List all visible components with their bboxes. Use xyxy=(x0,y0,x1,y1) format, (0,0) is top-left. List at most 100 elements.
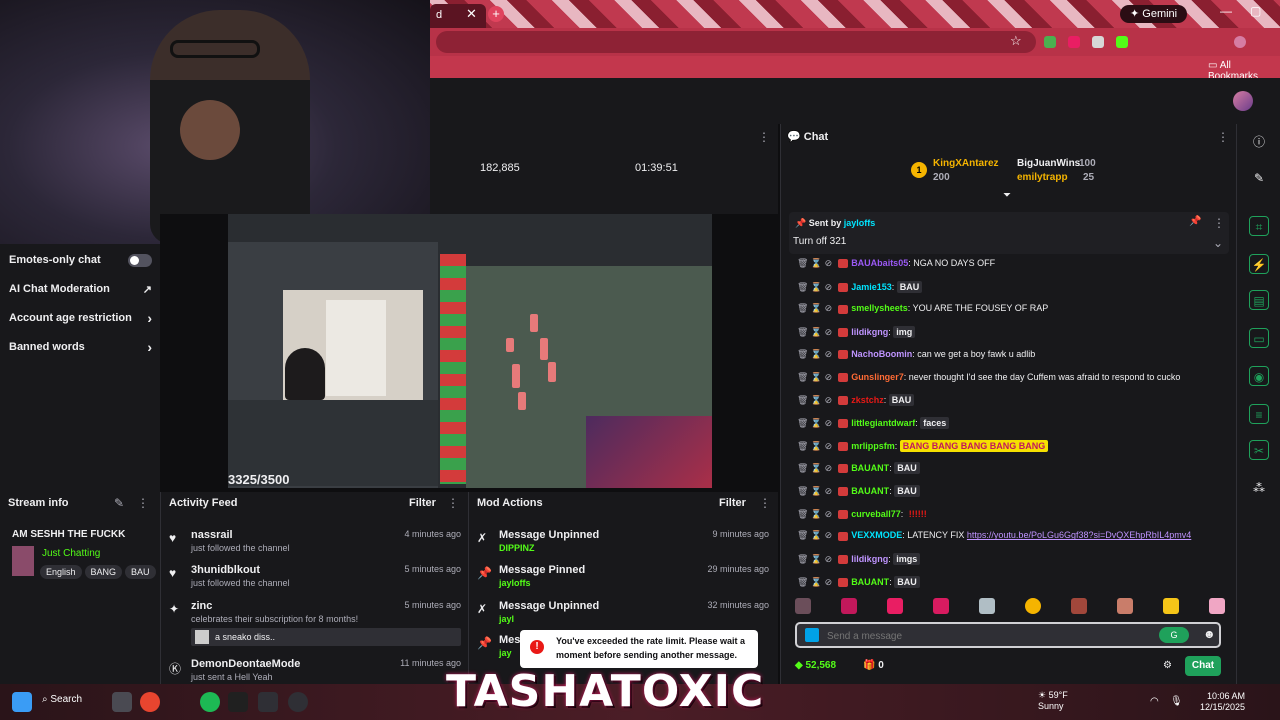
chat-emote[interactable]: imgs xyxy=(893,553,921,566)
tag[interactable]: English xyxy=(40,565,82,579)
extension-icon[interactable] xyxy=(1068,36,1080,48)
browser-tab-active[interactable]: d xyxy=(430,4,486,28)
weather-widget[interactable]: ☀ 59°F Sunny xyxy=(1038,690,1068,712)
mic-icon[interactable]: 🎙 xyxy=(1170,696,1183,707)
windows-start-icon[interactable] xyxy=(12,692,32,712)
clipboard-icon[interactable]: ▤ xyxy=(1249,290,1269,310)
more-options-icon[interactable]: ⋮ xyxy=(447,496,459,510)
chat-emote[interactable]: BAU xyxy=(894,462,920,475)
taskbar-clock[interactable]: 10:06 AM 12/15/2025 xyxy=(1200,691,1245,713)
chat-username[interactable]: BAUAbaits05 xyxy=(851,258,908,268)
new-tab-button[interactable]: + xyxy=(488,6,504,22)
more-options-icon[interactable]: ⋮ xyxy=(1213,216,1225,230)
task-view-icon[interactable] xyxy=(112,692,132,712)
chat-emote[interactable]: BAU xyxy=(894,575,920,588)
gemini-button[interactable]: ✦ Gemini xyxy=(1120,5,1188,23)
chat-emote[interactable]: BAU xyxy=(888,394,915,407)
chat-emote[interactable]: BAU xyxy=(894,485,920,497)
chat-emote[interactable]: !!!!!! xyxy=(906,508,930,520)
emote-button[interactable] xyxy=(887,598,903,614)
emote-button[interactable] xyxy=(1209,598,1225,614)
chat-emote[interactable]: img xyxy=(893,326,916,339)
activity-user[interactable]: 3hunidblkout xyxy=(191,564,260,576)
mod-action-icons[interactable]: 🗑 ⌛ ⊘ xyxy=(797,418,832,428)
pencil-icon[interactable]: ✎ xyxy=(1249,168,1269,188)
emote-button[interactable] xyxy=(795,598,811,614)
info-icon[interactable]: ⓘ xyxy=(1249,132,1269,152)
setting-emotes-only[interactable]: Emotes-only chat xyxy=(9,254,154,274)
mod-action-icons[interactable]: 🗑 ⌛ ⊘ xyxy=(797,258,832,268)
app-icon[interactable] xyxy=(258,692,278,712)
chat-message-input[interactable] xyxy=(827,628,1127,644)
stream-category[interactable]: Just Chatting xyxy=(42,548,100,559)
minimize-icon[interactable]: — xyxy=(1220,4,1232,18)
mod-action-by[interactable]: jayl xyxy=(499,614,514,624)
crop-icon[interactable]: ⌗ xyxy=(1249,216,1269,236)
activity-user[interactable]: DemonDeontaeMode xyxy=(191,658,300,670)
chat-username[interactable]: curveball77 xyxy=(851,509,901,519)
emotes-only-toggle[interactable] xyxy=(128,254,152,267)
leaderboard-user[interactable]: emilytrapp xyxy=(1017,172,1068,183)
emote-button[interactable] xyxy=(933,598,949,614)
mod-action-icons[interactable]: 🗑 ⌛ ⊘ xyxy=(797,530,832,540)
app-icon[interactable] xyxy=(228,692,248,712)
chat-username[interactable]: mrlippsfm xyxy=(851,441,895,451)
mod-action-icons[interactable]: 🗑 ⌛ ⊘ xyxy=(797,554,832,564)
maximize-icon[interactable]: ▢ xyxy=(1250,4,1261,18)
emote-button[interactable] xyxy=(1117,598,1133,614)
setting-banned-words[interactable]: Banned words › xyxy=(9,339,154,361)
mod-action-by[interactable]: jayloffs xyxy=(499,578,531,588)
mod-action-icons[interactable]: 🗑 ⌛ ⊘ xyxy=(797,282,832,292)
mod-action-by[interactable]: DIPPINZ xyxy=(499,543,535,553)
mod-action-icons[interactable]: 🗑 ⌛ ⊘ xyxy=(797,303,832,313)
chat-username[interactable]: lildikgng xyxy=(851,327,888,337)
chat-emote[interactable]: faces xyxy=(920,416,950,429)
chat-emote[interactable]: BANG BANG BANG BANG BANG xyxy=(899,439,1049,452)
mod-action-by[interactable]: jay xyxy=(499,648,512,658)
activity-user[interactable]: nassrail xyxy=(191,529,233,541)
mod-action-icons[interactable]: 🗑 ⌛ ⊘ xyxy=(797,372,832,382)
emote-button[interactable] xyxy=(979,598,995,614)
chat-username[interactable]: NachoBoomin xyxy=(851,349,912,359)
chat-link[interactable]: https://youtu.be/PoLGu6Ggf38?si=DvQXEhpR… xyxy=(967,530,1191,540)
more-options-icon[interactable]: ⋮ xyxy=(759,496,771,510)
chat-username[interactable]: lildikgng xyxy=(851,554,888,564)
emote-button[interactable] xyxy=(1163,598,1179,614)
broadcast-icon[interactable]: ◉ xyxy=(1249,366,1269,386)
spotify-icon[interactable] xyxy=(200,692,220,712)
shuffle-icon[interactable]: ⁂ xyxy=(1249,478,1269,498)
mod-action-icons[interactable]: 🗑 ⌛ ⊘ xyxy=(797,395,832,405)
chat-username[interactable]: smellysheets xyxy=(851,303,908,313)
chat-username[interactable]: Jamie153 xyxy=(851,282,892,292)
leaderboard-user[interactable]: KingXAntarez xyxy=(933,158,999,169)
emote-button[interactable] xyxy=(1025,598,1041,614)
expand-leaderboard-icon[interactable]: ⏷ xyxy=(1003,190,1011,201)
emote-button[interactable] xyxy=(841,598,857,614)
emoji-icon[interactable]: ☻ xyxy=(1203,627,1216,641)
unpin-icon[interactable]: 📌 xyxy=(1189,216,1201,227)
chevron-down-icon[interactable]: ⌄ xyxy=(1213,236,1223,250)
obs-icon[interactable] xyxy=(288,692,308,712)
send-chat-button[interactable]: Chat xyxy=(1185,656,1221,676)
activity-filter-button[interactable]: Filter xyxy=(409,497,436,509)
reply-icon[interactable] xyxy=(805,628,819,642)
mod-actions-filter-button[interactable]: Filter xyxy=(719,497,746,509)
mod-action-icons[interactable]: 🗑 ⌛ ⊘ xyxy=(797,509,832,519)
extension-icon[interactable] xyxy=(1116,36,1128,48)
chat-username[interactable]: VEXXMODE xyxy=(851,530,902,540)
leaderboard-user[interactable]: BigJuanWins xyxy=(1017,158,1080,169)
profile-icon[interactable] xyxy=(1234,36,1246,48)
url-field[interactable] xyxy=(436,31,1036,53)
tag[interactable]: BAU xyxy=(125,565,156,579)
more-options-icon[interactable]: ⋮ xyxy=(1217,130,1229,144)
mod-action-icons[interactable]: 🗑 ⌛ ⊘ xyxy=(797,327,832,337)
bolt-icon[interactable]: ⚡ xyxy=(1249,254,1269,274)
close-tab-icon[interactable]: ✕ xyxy=(466,6,477,22)
sent-by-user[interactable]: jayloffs xyxy=(844,218,876,228)
activity-user[interactable]: zinc xyxy=(191,600,212,612)
chat-username[interactable]: BAUANT xyxy=(851,577,889,587)
extension-icon[interactable] xyxy=(1092,36,1104,48)
extension-icon[interactable] xyxy=(1044,36,1056,48)
chat-username[interactable]: zkstchz xyxy=(851,395,884,405)
gift-counter[interactable]: 🎁 0 xyxy=(863,660,884,671)
